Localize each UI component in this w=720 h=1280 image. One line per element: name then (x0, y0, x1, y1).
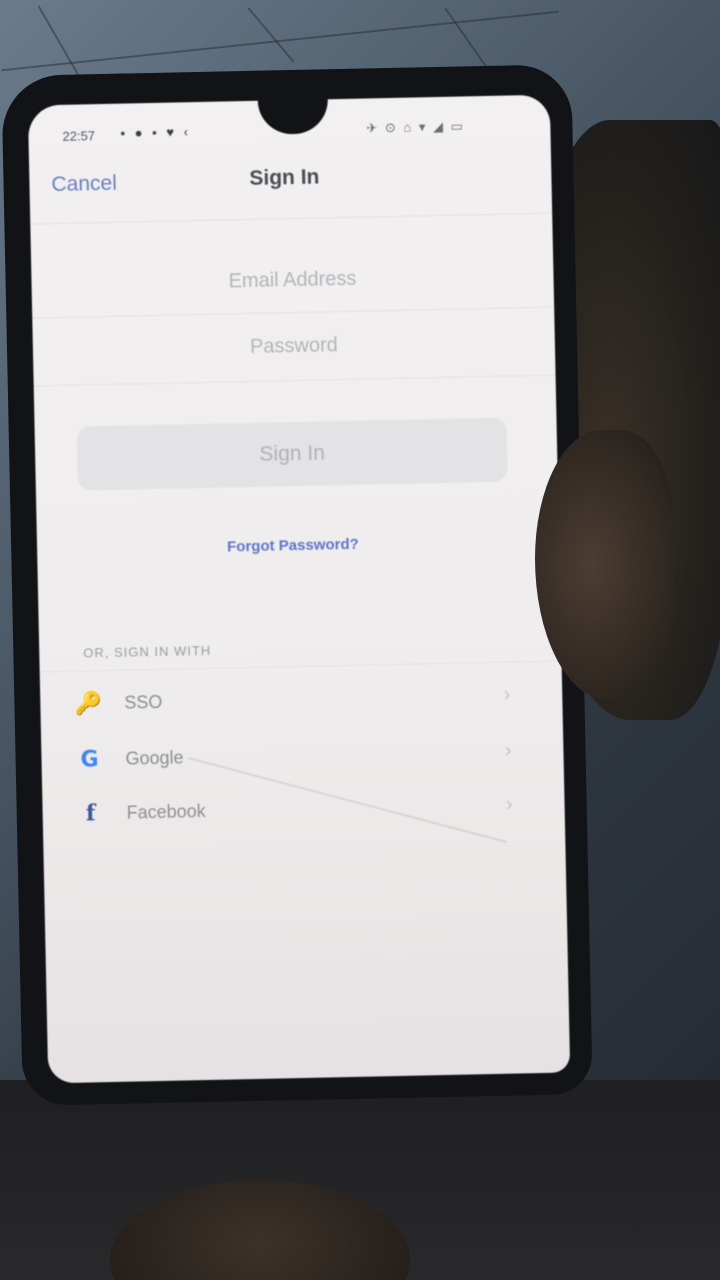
google-icon: G (80, 746, 99, 773)
key-icon: 🔑 (74, 690, 103, 716)
facebook-icon: f (85, 800, 96, 827)
password-field[interactable] (32, 310, 556, 382)
alt-signin-heading: OR, SIGN IN WITH (83, 642, 212, 661)
provider-label: Google (125, 746, 184, 769)
provider-label: Facebook (126, 800, 206, 823)
status-time: 22:57 (62, 128, 96, 144)
thumb (535, 430, 675, 700)
google-signin-row[interactable]: G Google › (71, 726, 512, 785)
email-field[interactable] (30, 244, 555, 316)
notification-icons: ▪ ● ▪ ♥ ‹ (120, 124, 192, 141)
camera-notch (257, 99, 329, 135)
phone-screen: 22:57 ▪ ● ▪ ♥ ‹ ✈ ⊙ ⌂ ▾ ◢ ▭ Cancel Sign … (27, 94, 571, 1084)
page-title: Sign In (249, 165, 320, 190)
forgot-password-link[interactable]: Forgot Password? (227, 536, 359, 556)
provider-label: SSO (124, 691, 163, 713)
facebook-signin-row[interactable]: f Facebook › (72, 780, 513, 839)
chevron-right-icon: › (504, 739, 512, 762)
chevron-right-icon: › (503, 683, 511, 706)
chevron-right-icon: › (505, 793, 513, 816)
cancel-button[interactable]: Cancel (51, 172, 117, 197)
header-divider (30, 212, 553, 225)
sso-signin-row[interactable]: 🔑 SSO › (70, 670, 511, 729)
sign-in-button[interactable]: Sign In (76, 417, 508, 491)
system-status-icons: ✈ ⊙ ⌂ ▾ ◢ ▭ (366, 118, 466, 136)
